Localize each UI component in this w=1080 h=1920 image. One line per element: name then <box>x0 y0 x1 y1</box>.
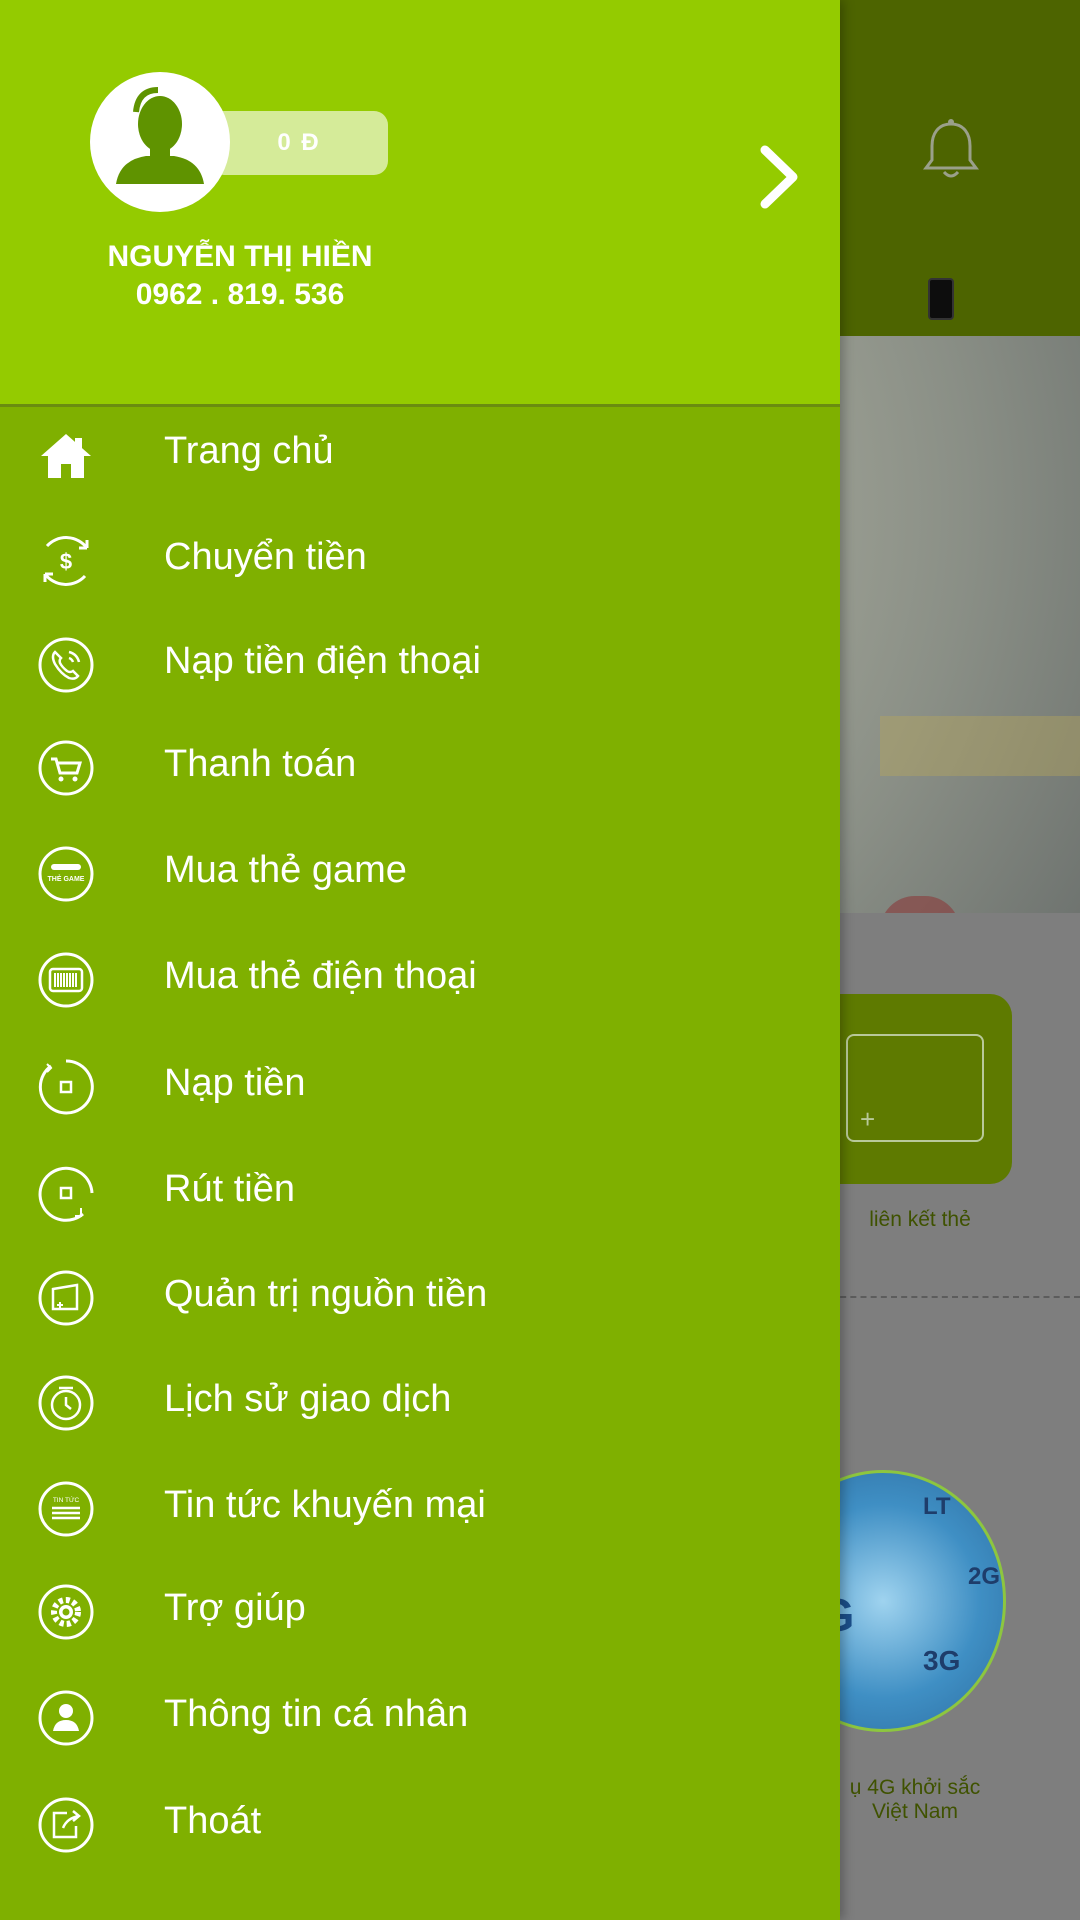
network-label: LT <box>923 1493 951 1520</box>
deposit-icon <box>38 1059 94 1115</box>
user-silhouette-icon <box>116 87 204 184</box>
menu-item-label: Thông tin cá nhân <box>164 1693 469 1735</box>
news-caption-line: Việt Nam <box>872 1800 958 1823</box>
menu-item-payment[interactable]: Thanh toán <box>0 719 840 819</box>
menu-item-transaction-history[interactable]: Lịch sử giao dịch <box>0 1354 840 1454</box>
menu-item-label: Nạp tiền điện thoại <box>164 640 481 682</box>
menu-item-label: Trang chủ <box>164 430 334 472</box>
menu-item-mobile-topup[interactable]: Nạp tiền điện thoại <box>0 616 840 716</box>
menu-item-deposit[interactable]: Nạp tiền <box>0 1038 840 1138</box>
menu-item-game-card[interactable]: THẺ GAME Mua thẻ game <box>0 825 840 925</box>
cart-icon <box>38 740 94 796</box>
menu-item-promotions[interactable]: TIN TỨC Tin tức khuyến mại <box>0 1460 840 1560</box>
plus-icon: + <box>860 1104 876 1134</box>
menu-item-label: Thanh toán <box>164 743 357 785</box>
svg-text:$: $ <box>60 549 72 574</box>
money-transfer-icon: $ <box>43 536 89 586</box>
divider <box>830 1296 1080 1298</box>
menu-item-home[interactable]: Trang chủ <box>0 406 840 506</box>
menu-item-help[interactable]: Trợ giúp <box>0 1563 840 1663</box>
history-clock-icon <box>38 1375 94 1431</box>
user-phone: 0962 . 819. 536 <box>135 278 345 311</box>
navigation-drawer: 0 Đ NGUYỄN THỊ HIỀN 0962 . 819. 536 Tran… <box>0 0 840 1920</box>
avatar[interactable] <box>90 72 230 212</box>
barcode-icon <box>38 952 94 1008</box>
menu-item-label: Trợ giúp <box>164 1587 306 1629</box>
menu-item-transfer[interactable]: $ Chuyển tiền <box>0 512 840 612</box>
menu-item-label: Nạp tiền <box>164 1062 306 1104</box>
news-icon: TIN TỨC <box>38 1481 94 1537</box>
game-card-icon: THẺ GAME <box>38 846 94 902</box>
news-caption: ụ 4G khởi sắc Việt Nam <box>815 1776 1015 1824</box>
phone-icon <box>928 278 954 320</box>
menu-item-phone-card[interactable]: Mua thẻ điện thoại <box>0 931 840 1031</box>
network-label: 2G <box>968 1563 1001 1590</box>
chevron-right-icon[interactable] <box>755 142 805 212</box>
link-card-label: liên kết thẻ <box>869 1208 971 1231</box>
menu-item-label: Thoát <box>164 1800 262 1842</box>
profile-icon <box>38 1690 94 1746</box>
menu-item-label: Rút tiền <box>164 1168 295 1210</box>
balance-badge[interactable]: 0 Đ <box>210 111 388 175</box>
menu-item-label: Tin tức khuyến mại <box>164 1484 486 1526</box>
game-card-icon-text: THẺ GAME <box>48 874 85 883</box>
withdraw-icon <box>38 1166 94 1222</box>
menu-item-profile[interactable]: Thông tin cá nhân <box>0 1669 840 1769</box>
menu-item-withdraw[interactable]: Rút tiền <box>0 1144 840 1244</box>
menu-item-label: Lịch sử giao dịch <box>164 1378 452 1420</box>
logout-icon <box>38 1797 94 1853</box>
menu-item-logout[interactable]: Thoát <box>0 1776 840 1876</box>
phone-call-icon <box>38 637 94 693</box>
menu-item-label: Mua thẻ game <box>164 849 407 891</box>
drawer-header: 0 Đ NGUYỄN THỊ HIỀN 0962 . 819. 536 <box>0 0 840 407</box>
network-label: 3G <box>923 1645 961 1676</box>
balance-amount: 0 Đ <box>277 129 321 156</box>
link-card-button[interactable]: + <box>810 994 1012 1184</box>
help-gear-icon <box>38 1584 94 1640</box>
bell-icon[interactable] <box>918 118 984 184</box>
wallet-source-icon <box>38 1270 94 1326</box>
menu-item-label: Mua thẻ điện thoại <box>164 955 477 997</box>
menu-item-label: Chuyển tiền <box>164 536 367 578</box>
news-caption-line: ụ 4G khởi sắc <box>849 1776 981 1799</box>
menu-item-label: Quản trị nguồn tiền <box>164 1273 488 1315</box>
user-name: NGUYỄN THỊ HIỀN <box>107 240 373 273</box>
menu-item-funding-sources[interactable]: Quản trị nguồn tiền <box>0 1249 840 1349</box>
home-icon <box>41 434 91 478</box>
news-icon-text: TIN TỨC <box>53 1495 80 1504</box>
